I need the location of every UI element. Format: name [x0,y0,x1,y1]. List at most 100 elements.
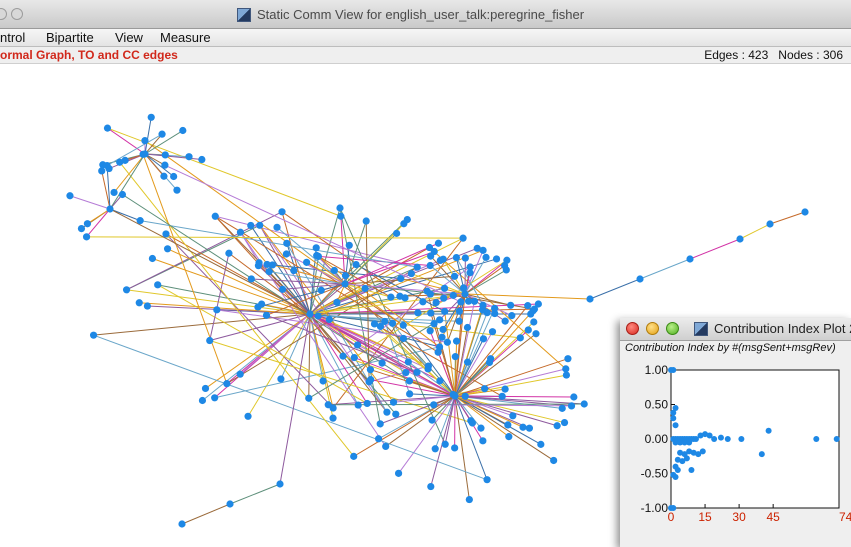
graph-node[interactable] [363,399,371,408]
graph-node[interactable] [502,266,510,274]
graph-node[interactable] [451,353,459,361]
graph-node[interactable] [766,220,774,228]
graph-node[interactable] [530,318,538,326]
graph-node[interactable] [353,341,362,349]
graph-node[interactable] [427,482,435,491]
graph-node[interactable] [550,456,558,465]
graph-node[interactable] [226,500,234,508]
graph-node[interactable] [407,269,415,278]
graph-node[interactable] [439,255,447,263]
graph-node[interactable] [413,368,421,376]
graph-node[interactable] [336,204,344,212]
graph-node[interactable] [466,269,474,277]
graph-node[interactable] [350,452,358,460]
graph-node[interactable] [387,293,395,301]
graph-node[interactable] [426,261,434,270]
graph-node[interactable] [247,275,255,283]
graph-node[interactable] [278,285,287,293]
graph-node[interactable] [505,433,513,441]
graph-node[interactable] [329,414,337,422]
graph-node[interactable] [256,221,264,229]
graph-node[interactable] [467,417,475,425]
graph-node[interactable] [406,390,414,398]
graph-node[interactable] [461,254,469,262]
graph-node[interactable] [507,301,515,309]
plot-zoom-button[interactable] [666,322,679,335]
graph-node[interactable] [463,358,472,366]
graph-node[interactable] [508,312,516,320]
graph-node[interactable] [441,440,449,448]
graph-node[interactable] [290,267,298,275]
graph-node[interactable] [211,212,219,220]
graph-node[interactable] [801,208,809,216]
graph-node[interactable] [213,306,221,314]
graph-node[interactable] [350,353,358,362]
graph-node[interactable] [278,208,286,216]
graph-node[interactable] [236,370,244,378]
graph-node[interactable] [305,394,313,402]
graph-node[interactable] [330,266,338,275]
graph-node[interactable] [399,321,407,329]
graph-node[interactable] [636,275,644,283]
graph-node[interactable] [139,150,147,158]
graph-node[interactable] [324,401,332,409]
graph-node[interactable] [236,228,245,236]
graph-node[interactable] [441,307,449,316]
graph-node[interactable] [154,281,162,289]
graph-node[interactable] [268,261,277,269]
plot-close-button[interactable] [626,322,639,335]
graph-node[interactable] [382,442,390,451]
graph-node[interactable] [148,254,157,263]
graph-node[interactable] [443,338,451,346]
graph-node[interactable] [314,312,322,320]
graph-node[interactable] [562,365,570,373]
graph-node[interactable] [158,130,166,138]
graph-node[interactable] [440,294,448,302]
graph-node[interactable] [122,286,131,294]
graph-node[interactable] [178,520,186,528]
graph-node[interactable] [404,358,412,366]
graph-node[interactable] [399,334,408,343]
graph-node[interactable] [501,385,509,393]
graph-node[interactable] [376,420,384,428]
graph-node[interactable] [570,393,578,401]
graph-node[interactable] [170,172,178,181]
graph-node[interactable] [564,355,572,363]
graph-node[interactable] [534,300,542,308]
graph-node[interactable] [413,263,421,271]
graph-node[interactable] [479,437,487,445]
graph-node[interactable] [110,188,118,197]
graph-node[interactable] [341,272,350,280]
graph-node[interactable] [428,416,436,424]
graph-node[interactable] [339,352,347,360]
graph-node[interactable] [436,316,444,324]
graph-node[interactable] [400,220,408,228]
graph-node[interactable] [449,390,457,399]
graph-node[interactable] [265,267,273,276]
graph-node[interactable] [337,212,345,220]
graph-node[interactable] [452,253,460,262]
graph-node[interactable] [491,309,499,318]
graph-node[interactable] [558,404,566,412]
graph-node[interactable] [201,384,210,393]
graph-node[interactable] [225,249,233,257]
graph-node[interactable] [434,239,443,247]
graph-node[interactable] [179,126,187,135]
graph-node[interactable] [736,235,744,243]
graph-node[interactable] [525,424,534,432]
graph-node[interactable] [389,398,398,406]
graph-node[interactable] [537,440,545,448]
graph-node[interactable] [147,113,155,121]
graph-node[interactable] [524,302,532,310]
graph-node[interactable] [136,217,144,225]
graph-node[interactable] [352,260,360,269]
graph-node[interactable] [325,315,333,324]
graph-node[interactable] [424,362,432,370]
graph-node[interactable] [553,422,561,430]
graph-node[interactable] [426,327,434,335]
graph-node[interactable] [509,412,517,420]
graph-node[interactable] [273,223,281,231]
graph-node[interactable] [461,290,469,298]
graph-node[interactable] [354,401,362,409]
graph-node[interactable] [464,297,473,305]
